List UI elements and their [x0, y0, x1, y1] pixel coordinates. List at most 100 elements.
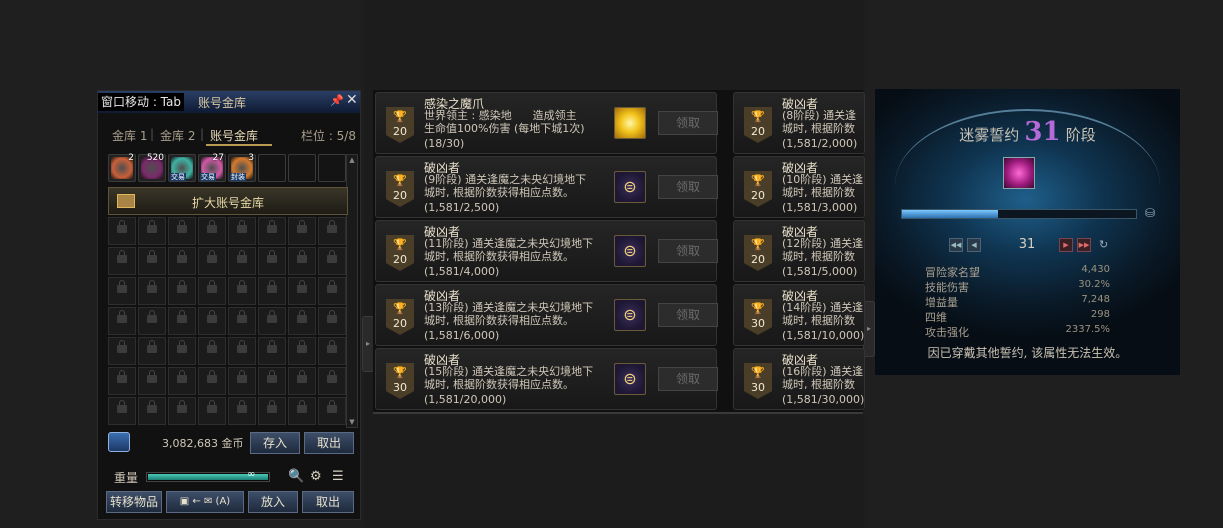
empty-item-slot[interactable] [258, 154, 286, 182]
locked-slot[interactable] [318, 337, 346, 365]
locked-slot[interactable] [138, 367, 166, 395]
vault-item-slot[interactable]: 27 交易 [198, 153, 226, 182]
claim-button[interactable]: 领取 [658, 175, 718, 199]
vault-item-slot[interactable]: 3 封装 [228, 153, 256, 182]
last-page-icon[interactable]: ▶▶ [1077, 238, 1091, 252]
prev-page-icon[interactable]: ◀ [967, 238, 981, 252]
scroll-up-icon[interactable]: ▲ [347, 155, 357, 165]
locked-slot[interactable] [228, 217, 256, 245]
locked-slot[interactable] [288, 307, 316, 335]
search-icon[interactable]: 🔍 [288, 469, 304, 484]
withdraw-button[interactable]: 取出 [304, 432, 354, 454]
locked-slot[interactable] [108, 247, 136, 275]
locked-slot[interactable] [138, 337, 166, 365]
emblem-reward-icon[interactable]: ⊜ [614, 171, 646, 203]
tab-account-vault[interactable]: 账号金库 [210, 127, 258, 144]
claim-button[interactable]: 领取 [658, 111, 718, 135]
pin-icon[interactable]: 📌 [330, 94, 344, 107]
locked-slot[interactable] [168, 397, 196, 425]
take-out-button[interactable]: 取出 [302, 491, 354, 513]
locked-slot[interactable] [108, 217, 136, 245]
locked-slot[interactable] [318, 367, 346, 395]
vault-item-slot[interactable]: 交易 [168, 154, 196, 182]
gold-icon[interactable] [108, 432, 130, 452]
first-page-icon[interactable]: ◀◀ [949, 238, 963, 252]
tab-vault-1[interactable]: 金库 1 [112, 127, 147, 144]
locked-slot[interactable] [318, 277, 346, 305]
locked-slot[interactable] [288, 367, 316, 395]
vault-titlebar[interactable]: 窗口移动 : Tab 账号金库 📌 ✕ [98, 91, 360, 113]
locked-slot[interactable] [168, 247, 196, 275]
locked-slot[interactable] [108, 397, 136, 425]
oath-emblem-icon[interactable] [1003, 157, 1035, 189]
emblem-reward-icon[interactable]: ⊜ [614, 363, 646, 395]
put-in-button[interactable]: 放入 [248, 491, 298, 513]
locked-slot[interactable] [258, 277, 286, 305]
locked-slot[interactable] [168, 277, 196, 305]
close-icon[interactable]: ✕ [346, 92, 358, 108]
locked-slot[interactable] [228, 367, 256, 395]
emblem-reward-icon[interactable]: ⊜ [614, 235, 646, 267]
claim-button[interactable]: 领取 [658, 367, 718, 391]
empty-item-slot[interactable] [318, 154, 346, 182]
locked-slot[interactable] [288, 247, 316, 275]
list-icon[interactable]: ☰ [332, 469, 344, 484]
locked-slot[interactable] [258, 337, 286, 365]
info-icon[interactable]: ⛁ [1145, 206, 1155, 220]
locked-slot[interactable] [288, 277, 316, 305]
locked-slot[interactable] [198, 337, 226, 365]
locked-slot[interactable] [168, 367, 196, 395]
locked-slot[interactable] [108, 367, 136, 395]
locked-slot[interactable] [258, 217, 286, 245]
gear-icon[interactable]: ⚙ [310, 469, 322, 484]
empty-item-slot[interactable] [288, 154, 316, 182]
expand-vault-button[interactable]: 扩大账号金库 [108, 187, 348, 215]
locked-slot[interactable] [288, 397, 316, 425]
next-page-icon[interactable]: ▶ [1059, 238, 1073, 252]
locked-slot[interactable] [198, 367, 226, 395]
locked-slot[interactable] [228, 397, 256, 425]
locked-slot[interactable] [198, 247, 226, 275]
locked-slot[interactable] [198, 307, 226, 335]
locked-slot[interactable] [138, 217, 166, 245]
locked-slot[interactable] [228, 277, 256, 305]
locked-slot[interactable] [288, 217, 316, 245]
locked-slot[interactable] [198, 397, 226, 425]
locked-slot[interactable] [288, 337, 316, 365]
locked-slot[interactable] [168, 217, 196, 245]
transfer-items-button[interactable]: 转移物品 [106, 491, 162, 513]
refresh-icon[interactable]: ↻ [1099, 238, 1108, 251]
locked-slot[interactable] [108, 277, 136, 305]
tab-vault-2[interactable]: 金库 2 [160, 127, 195, 144]
vault-item-slot[interactable]: 520 [138, 153, 166, 182]
locked-slot[interactable] [168, 307, 196, 335]
locked-slot[interactable] [258, 397, 286, 425]
locked-slot[interactable] [198, 217, 226, 245]
claim-button[interactable]: 领取 [658, 239, 718, 263]
locked-slot[interactable] [228, 307, 256, 335]
scroll-down-icon[interactable]: ▼ [347, 417, 357, 427]
locked-slot[interactable] [318, 247, 346, 275]
locked-slot[interactable] [318, 307, 346, 335]
locked-slot[interactable] [198, 277, 226, 305]
star-reward-icon[interactable] [614, 107, 646, 139]
locked-slot[interactable] [138, 277, 166, 305]
locked-slot[interactable] [138, 247, 166, 275]
locked-slot[interactable] [258, 247, 286, 275]
locked-slot[interactable] [318, 217, 346, 245]
locked-slot[interactable] [108, 337, 136, 365]
vault-item-slot[interactable]: 2 [108, 153, 136, 182]
locked-slot[interactable] [228, 337, 256, 365]
emblem-reward-icon[interactable]: ⊜ [614, 299, 646, 331]
locked-slot[interactable] [138, 307, 166, 335]
locked-slot[interactable] [168, 337, 196, 365]
locked-slot[interactable] [258, 367, 286, 395]
auto-transfer-button[interactable]: ▣ ← ✉ (A) [166, 491, 244, 513]
locked-slot[interactable] [138, 397, 166, 425]
locked-slot[interactable] [228, 247, 256, 275]
deposit-button[interactable]: 存入 [250, 432, 300, 454]
locked-slot[interactable] [318, 397, 346, 425]
locked-slot[interactable] [258, 307, 286, 335]
locked-slot[interactable] [108, 307, 136, 335]
claim-button[interactable]: 领取 [658, 303, 718, 327]
